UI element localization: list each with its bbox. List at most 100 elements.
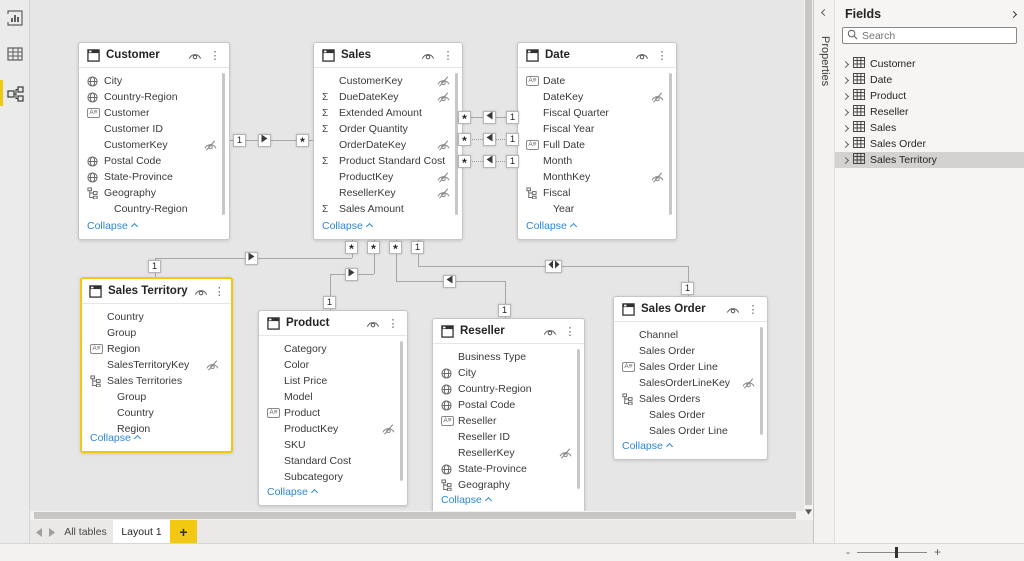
field-row[interactable]: SKU	[259, 437, 407, 453]
field-row[interactable]: A≡Region	[82, 341, 231, 357]
more-options-icon[interactable]: ⋮	[563, 325, 577, 338]
field-row[interactable]: ProductKey	[259, 421, 407, 437]
field-row[interactable]: Fiscal Year	[518, 121, 676, 137]
search-input[interactable]	[862, 30, 992, 42]
chevron-right-icon[interactable]	[842, 60, 849, 67]
field-row[interactable]: List Price	[259, 373, 407, 389]
field-row[interactable]: Group	[82, 389, 231, 405]
field-row[interactable]: ΣOrder Quantity	[314, 121, 462, 137]
field-row[interactable]: A≡Customer	[79, 105, 229, 121]
properties-panel-label[interactable]: Properties	[819, 36, 831, 86]
field-row[interactable]: Country-Region	[79, 89, 229, 105]
field-row[interactable]: Country-Region	[79, 201, 229, 217]
properties-panel-collapsed[interactable]: Properties	[813, 0, 835, 543]
table-card-date[interactable]: Date ⋮ A≡Date DateKey Fiscal Quarter Fis…	[517, 42, 677, 240]
field-row[interactable]: SalesTerritoryKey	[82, 357, 231, 373]
field-row[interactable]: CustomerKey	[79, 137, 229, 153]
field-row[interactable]: Month	[518, 153, 676, 169]
search-box[interactable]	[842, 27, 1017, 44]
tab-layout-1[interactable]: Layout 1	[113, 520, 170, 543]
field-row[interactable]: Group	[82, 325, 231, 341]
canvas-vertical-scrollbar[interactable]	[804, 0, 813, 520]
collapse-control[interactable]: Collapse	[526, 217, 576, 235]
eye-icon[interactable]	[366, 319, 380, 328]
report-view-button[interactable]	[6, 9, 24, 27]
cardinality-one-badge[interactable]: 1	[506, 111, 519, 124]
tree-item-customer[interactable]: Customer	[835, 56, 1024, 72]
filter-direction-left-icon[interactable]	[443, 275, 456, 288]
hidden-eye-icon[interactable]	[559, 448, 572, 459]
tree-item-date[interactable]: Date	[835, 72, 1024, 88]
field-row[interactable]: Country	[82, 405, 231, 421]
field-row[interactable]: SalesOrderLineKey	[614, 375, 767, 391]
field-row[interactable]: DateKey	[518, 89, 676, 105]
field-row[interactable]: ΣDueDateKey	[314, 89, 462, 105]
hidden-eye-icon[interactable]	[437, 172, 450, 183]
scrollbar-thumb[interactable]	[34, 512, 796, 519]
chevron-right-icon[interactable]	[842, 76, 849, 83]
cardinality-one-badge[interactable]: 1	[148, 260, 161, 273]
field-row[interactable]: A≡Reseller	[433, 413, 584, 429]
collapse-link[interactable]: Collapse	[87, 220, 128, 232]
field-row[interactable]: CustomerKey	[314, 73, 462, 89]
tabs-scroll-left-icon[interactable]	[36, 527, 44, 537]
cardinality-one-badge[interactable]: 1	[498, 304, 511, 317]
field-row[interactable]: Postal Code	[433, 397, 584, 413]
filter-direction-left-icon[interactable]	[483, 111, 496, 124]
field-row[interactable]: Sales Order	[614, 407, 767, 423]
table-card-header[interactable]: Customer ⋮	[79, 43, 229, 68]
table-card-reseller[interactable]: Reseller ⋮ Business Type City Country-Re…	[432, 318, 585, 514]
hidden-eye-icon[interactable]	[651, 172, 664, 183]
filter-direction-left-icon[interactable]	[483, 155, 496, 168]
eye-icon[interactable]	[726, 305, 740, 314]
scrollbar-thumb[interactable]	[805, 0, 812, 505]
filter-direction-right-icon[interactable]	[345, 268, 358, 281]
canvas-horizontal-scrollbar[interactable]	[30, 511, 804, 520]
cardinality-one-badge[interactable]: 1	[233, 134, 246, 147]
cardinality-one-badge[interactable]: 1	[506, 155, 519, 168]
chevron-right-icon[interactable]	[842, 92, 849, 99]
field-row[interactable]: ΣExtended Amount	[314, 105, 462, 121]
chevron-right-icon[interactable]	[842, 124, 849, 131]
more-options-icon[interactable]: ⋮	[214, 285, 225, 298]
eye-icon[interactable]	[635, 51, 649, 60]
collapse-control[interactable]: Collapse	[441, 491, 491, 509]
hidden-eye-icon[interactable]	[651, 92, 664, 103]
field-row[interactable]: Customer ID	[79, 121, 229, 137]
field-row[interactable]: City	[79, 73, 229, 89]
field-row[interactable]: ResellerKey	[433, 445, 584, 461]
tree-item-sales-territory[interactable]: Sales Territory	[835, 152, 1024, 168]
collapse-control[interactable]: Collapse	[322, 217, 372, 235]
table-card-customer[interactable]: Customer ⋮ City Country-Region A≡Custome…	[78, 42, 230, 240]
field-row[interactable]: OrderDateKey	[314, 137, 462, 153]
collapse-control[interactable]: Collapse	[622, 437, 672, 455]
cardinality-one-badge[interactable]: 1	[681, 282, 694, 295]
more-options-icon[interactable]: ⋮	[746, 303, 760, 316]
cardinality-one-badge[interactable]: 1	[411, 241, 424, 254]
hidden-eye-icon[interactable]	[437, 92, 450, 103]
table-card-header[interactable]: Reseller ⋮	[433, 319, 584, 344]
field-row[interactable]: Sales Orders	[614, 391, 767, 407]
cardinality-many-badge[interactable]: *	[296, 134, 309, 147]
field-row[interactable]: A≡Product	[259, 405, 407, 421]
field-row[interactable]: Color	[259, 357, 407, 373]
collapse-link[interactable]: Collapse	[90, 432, 131, 444]
more-options-icon[interactable]: ⋮	[386, 317, 400, 330]
cardinality-many-badge[interactable]: *	[458, 133, 471, 146]
table-card-header[interactable]: Sales ⋮	[314, 43, 462, 68]
field-row[interactable]: State-Province	[79, 169, 229, 185]
table-card-header[interactable]: Product ⋮	[259, 311, 407, 336]
chevron-right-icon[interactable]	[842, 156, 849, 163]
table-card-header[interactable]: Date ⋮	[518, 43, 676, 68]
field-row[interactable]: Reseller ID	[433, 429, 584, 445]
data-view-button[interactable]	[6, 45, 24, 63]
cardinality-many-badge[interactable]: *	[367, 241, 380, 254]
field-row[interactable]: ΣSales Amount	[314, 201, 462, 217]
filter-direction-right-icon[interactable]	[258, 134, 271, 147]
tree-item-reseller[interactable]: Reseller	[835, 104, 1024, 120]
field-row[interactable]: MonthKey	[518, 169, 676, 185]
hidden-eye-icon[interactable]	[206, 360, 219, 371]
hidden-eye-icon[interactable]	[204, 140, 217, 151]
field-row[interactable]: Country-Region	[433, 381, 584, 397]
zoom-in-button[interactable]: +	[934, 545, 941, 559]
